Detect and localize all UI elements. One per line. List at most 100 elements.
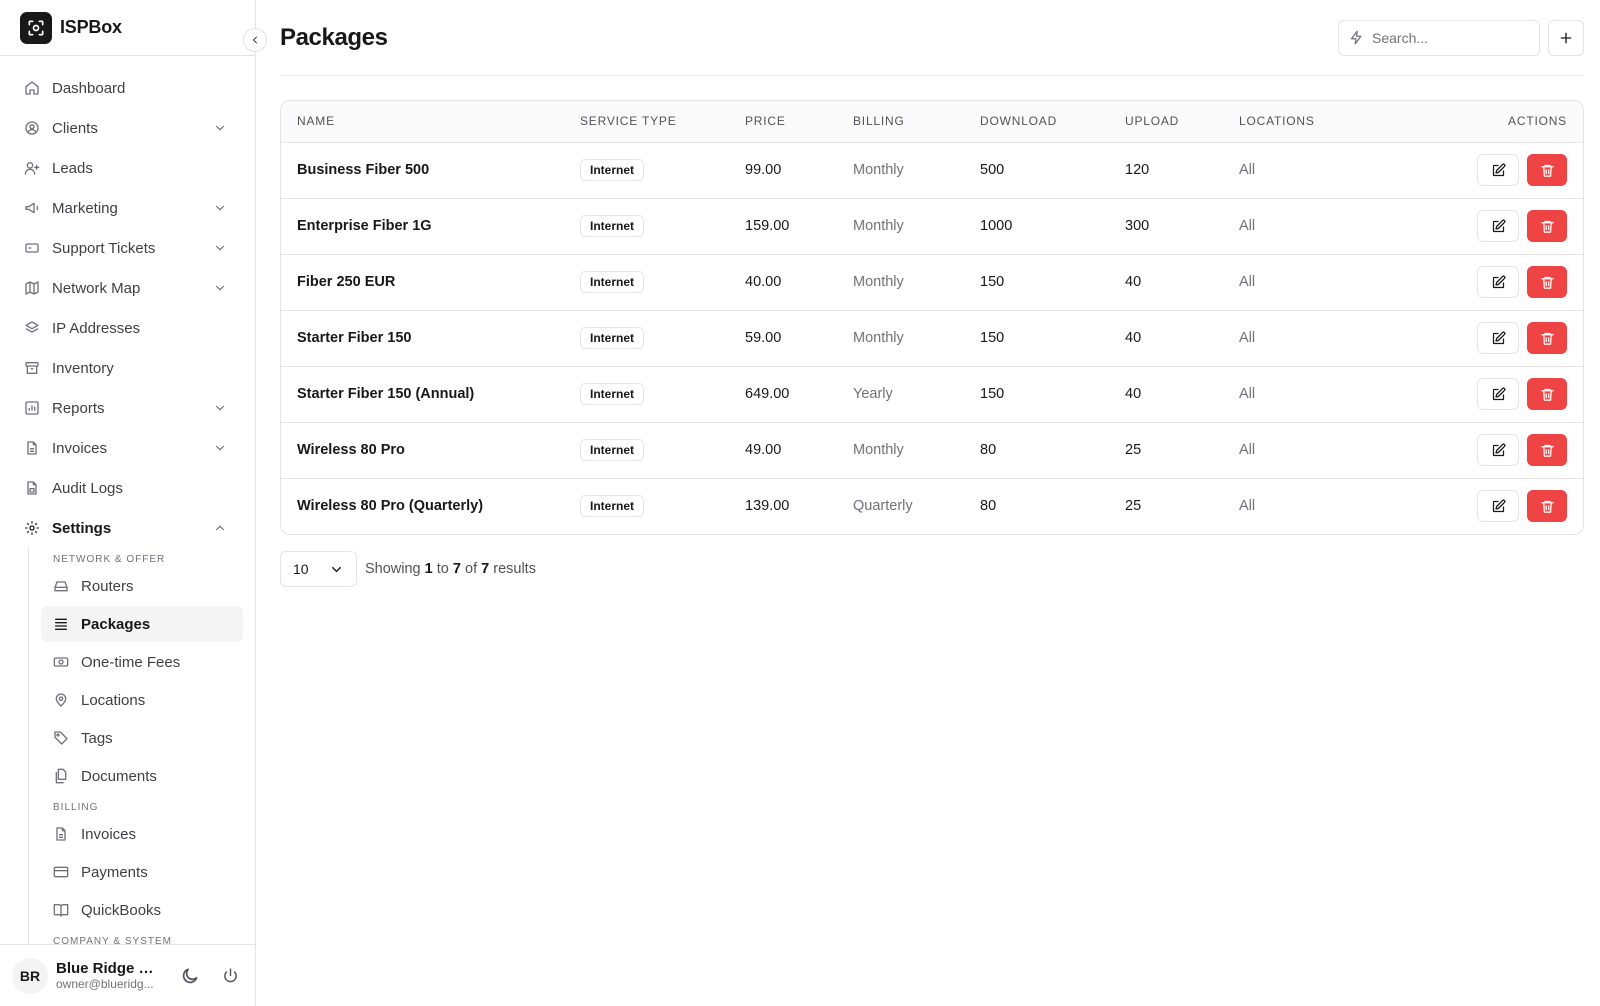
- delete-button[interactable]: [1527, 490, 1567, 523]
- sidebar-item-leads[interactable]: Leads: [0, 148, 255, 188]
- cell-service-type: Internet: [580, 478, 745, 534]
- cell-service-type: Internet: [580, 198, 745, 254]
- chevron-down-icon: [215, 405, 225, 411]
- collapse-sidebar-button[interactable]: [243, 28, 267, 52]
- submenu-item-documents[interactable]: Documents: [41, 758, 243, 794]
- edit-button[interactable]: [1477, 490, 1519, 523]
- avatar[interactable]: BR: [12, 957, 48, 994]
- delete-button[interactable]: [1527, 266, 1567, 298]
- submenu-item-packages[interactable]: Packages: [41, 606, 243, 642]
- user-name: Blue Ridge O...: [56, 960, 156, 977]
- delete-button[interactable]: [1527, 434, 1567, 466]
- sidebar-item-reports[interactable]: Reports: [0, 388, 255, 428]
- submenu-item-one-time-fees[interactable]: One-time Fees: [41, 644, 243, 680]
- column-header-price[interactable]: PRICE: [745, 101, 853, 143]
- cell-price: 40.00: [745, 274, 782, 290]
- cell-name: Starter Fiber 150 (Annual): [297, 386, 475, 402]
- edit-button[interactable]: [1477, 378, 1519, 410]
- sidebar-item-invoices[interactable]: Invoices: [0, 428, 255, 468]
- submenu-item-payments[interactable]: Payments: [41, 854, 243, 890]
- sidebar-item-label: Inventory: [52, 359, 114, 377]
- settings-submenu: NETWORK & OFFER Routers Packages One-tim…: [28, 548, 255, 944]
- column-header-locations[interactable]: LOCATIONS: [1239, 101, 1383, 143]
- brand: ISPBox: [0, 0, 267, 56]
- sidebar-item-label: Marketing: [52, 199, 118, 217]
- logout-button[interactable]: [217, 963, 243, 989]
- column-header-download[interactable]: DOWNLOAD: [980, 101, 1125, 143]
- sidebar-item-clients[interactable]: Clients: [0, 108, 255, 148]
- edit-button[interactable]: [1477, 154, 1519, 186]
- main-content: Packages NAME SERVICE TYPE PRICE BILLING…: [256, 0, 1600, 1006]
- edit-icon: [1492, 499, 1505, 512]
- search-box[interactable]: [1338, 19, 1540, 56]
- table-row[interactable]: Enterprise Fiber 1G Internet 159.00 Monthly…: [281, 198, 1583, 254]
- cell-billing: Quarterly: [853, 498, 913, 515]
- submenu-item-quickbooks[interactable]: QuickBooks: [41, 892, 243, 928]
- cell-download: 150: [980, 386, 1005, 402]
- table-row[interactable]: Starter Fiber 150 Internet 59.00 Monthly 150…: [281, 310, 1583, 366]
- submenu-item-locations[interactable]: Locations: [41, 682, 243, 718]
- moon-icon: [182, 968, 198, 983]
- cell-billing: Monthly: [853, 442, 904, 458]
- edit-button[interactable]: [1477, 434, 1519, 466]
- edit-button[interactable]: [1477, 266, 1519, 298]
- sidebar-item-support-tickets[interactable]: Support Tickets: [0, 228, 255, 268]
- submenu-item-label: Locations: [81, 691, 146, 709]
- cell-name: Enterprise Fiber 1G: [297, 218, 432, 234]
- cell-download: 1000: [980, 218, 1013, 234]
- sidebar-item-label: Support Tickets: [52, 239, 156, 257]
- delete-button[interactable]: [1527, 210, 1567, 242]
- delete-button[interactable]: [1527, 154, 1567, 186]
- sidebar-item-inventory[interactable]: Inventory: [0, 348, 255, 388]
- edit-button[interactable]: [1477, 210, 1519, 242]
- submenu-item-routers[interactable]: Routers: [41, 568, 243, 604]
- delete-button[interactable]: [1527, 378, 1567, 410]
- delete-button[interactable]: [1527, 322, 1567, 354]
- per-page-select[interactable]: 10: [280, 551, 357, 587]
- table-row[interactable]: Fiber 250 EUR Internet 40.00 Monthly 150 40 Al…: [281, 254, 1583, 310]
- sidebar-item-label: IP Addresses: [52, 319, 141, 337]
- cell-upload: 300: [1125, 218, 1150, 234]
- edit-icon: [1492, 443, 1505, 456]
- cell-name: Wireless 80 Pro (Quarterly): [297, 498, 484, 515]
- trash-icon: [1540, 332, 1554, 345]
- table-row[interactable]: Wireless 80 Pro (Quarterly) Internet 139.0…: [281, 478, 1583, 534]
- cell-actions: [1382, 142, 1583, 198]
- showing-from: 1: [424, 561, 433, 577]
- showing-to-word: to: [436, 561, 449, 577]
- per-page-value: 10: [293, 561, 309, 577]
- sidebar-item-dashboard[interactable]: Dashboard: [0, 68, 255, 108]
- sidebar-item-label: Audit Logs: [52, 479, 123, 497]
- submenu-item-tags[interactable]: Tags: [41, 720, 243, 756]
- service-type-badge: Internet: [580, 215, 645, 237]
- search-input[interactable]: [1372, 29, 1522, 46]
- row-actions: [1477, 322, 1567, 354]
- column-header-upload[interactable]: UPLOAD: [1125, 101, 1239, 143]
- service-type-badge: Internet: [580, 271, 645, 293]
- submenu-item-invoices[interactable]: Invoices: [41, 816, 243, 852]
- sidebar-item-settings[interactable]: Settings: [0, 508, 255, 548]
- sidebar-item-ip-addresses[interactable]: IP Addresses: [0, 308, 255, 348]
- chevron-down-icon: [215, 285, 225, 291]
- brand-logo-icon: [20, 11, 52, 44]
- sidebar-item-audit-logs[interactable]: Audit Logs: [0, 468, 255, 508]
- table-row[interactable]: Business Fiber 500 Internet 99.00 Monthly 50…: [281, 142, 1583, 198]
- add-package-button[interactable]: [1548, 19, 1584, 56]
- table-row[interactable]: Wireless 80 Pro Internet 49.00 Monthly 80 25 A…: [281, 422, 1583, 478]
- cell-locations: All: [1239, 442, 1256, 458]
- cell-download: 150: [980, 330, 1005, 346]
- service-type-badge: Internet: [580, 383, 645, 405]
- sidebar-item-marketing[interactable]: Marketing: [0, 188, 255, 228]
- column-header-service-type[interactable]: SERVICE TYPE: [580, 101, 745, 143]
- row-actions: [1477, 210, 1567, 242]
- table-row[interactable]: Starter Fiber 150 (Annual) Internet 649.00…: [281, 366, 1583, 422]
- theme-toggle-button[interactable]: [177, 963, 203, 989]
- chevron-up-icon: [215, 525, 225, 531]
- trash-icon: [1540, 164, 1554, 177]
- chevron-down-icon: [215, 445, 225, 451]
- sidebar-item-network-map[interactable]: Network Map: [0, 268, 255, 308]
- edit-button[interactable]: [1477, 322, 1519, 354]
- column-header-name[interactable]: NAME: [281, 101, 580, 143]
- user-info: Blue Ridge O... owner@blueridg...: [56, 960, 177, 991]
- column-header-billing[interactable]: BILLING: [853, 101, 980, 143]
